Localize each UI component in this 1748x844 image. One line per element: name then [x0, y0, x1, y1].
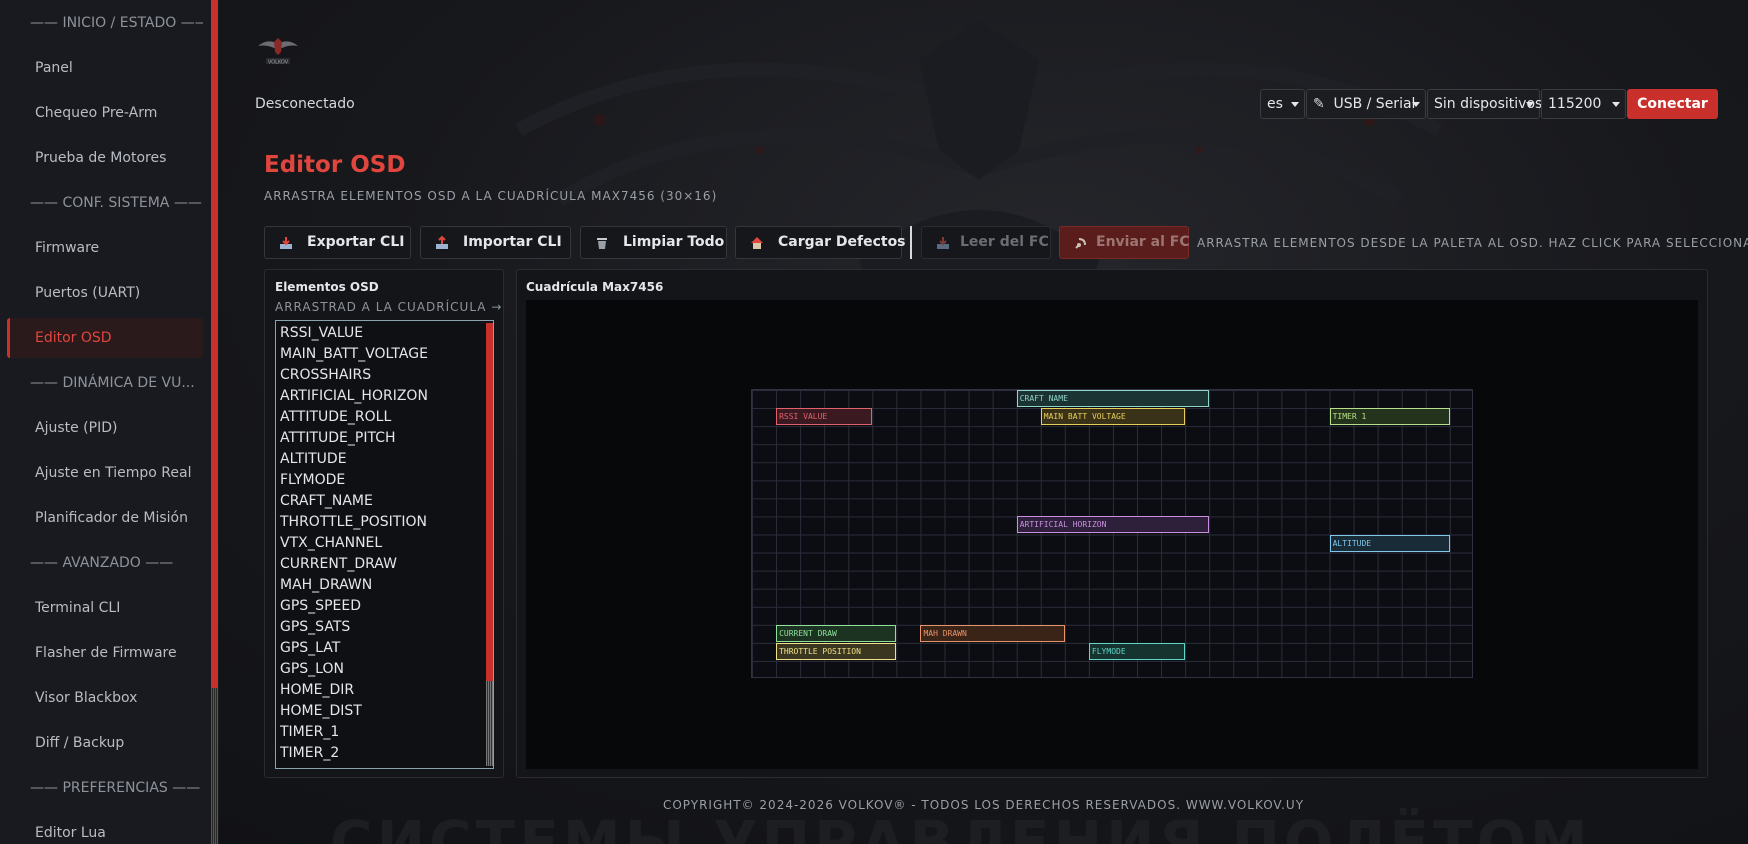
plug-icon: ✎	[1313, 96, 1325, 112]
sidebar-item-firmware[interactable]: Firmware	[7, 228, 203, 268]
connection-status: Desconectado	[255, 96, 355, 112]
clear-all-button[interactable]: Limpiar Todo	[580, 226, 727, 259]
osd-palette-item[interactable]: GPS_SPEED	[280, 596, 361, 617]
chevron-down-icon	[1412, 102, 1420, 107]
toolbar-hint: ARRASTRA ELEMENTOS DESDE LA PALETA AL OS…	[1197, 236, 1748, 250]
osd-palette-item[interactable]: GPS_LAT	[280, 638, 340, 659]
sidebar-scrollbar-thumb[interactable]	[211, 0, 218, 688]
osd-palette-item[interactable]: HOME_DIR	[280, 680, 354, 701]
osd-palette-item[interactable]: RSSI_VALUE	[280, 323, 363, 344]
connect-button[interactable]: Conectar	[1627, 89, 1718, 119]
osd-grid-element[interactable]: THROTTLE POSITION	[776, 642, 897, 660]
sidebar-item-flasher-firmware[interactable]: Flasher de Firmware	[7, 633, 203, 673]
grid-panel-title: Cuadrícula Max7456	[526, 280, 664, 294]
osd-palette-item[interactable]: MAIN_BATT_VOLTAGE	[280, 344, 428, 365]
load-defaults-button[interactable]: Cargar Defectos	[735, 226, 906, 259]
osd-palette-item[interactable]: CURRENT_DRAW	[280, 554, 397, 575]
import-icon	[436, 236, 448, 249]
chevron-down-icon	[1612, 102, 1620, 107]
baud-rate-value: 115200	[1548, 96, 1602, 112]
osd-grid-max7456[interactable]: CRAFT NAME RSSI VALUE MAIN BATT VOLTAGE TIM…	[751, 389, 1473, 678]
osd-palette-item[interactable]: ARTIFICIAL_HORIZON	[280, 386, 428, 407]
palette-scrollbar-thumb[interactable]	[486, 323, 493, 681]
osd-palette-item[interactable]: ATTITUDE_ROLL	[280, 407, 391, 428]
osd-palette-item[interactable]: ALTITUDE	[280, 449, 347, 470]
osd-palette-item[interactable]: TIMER_1	[280, 722, 339, 743]
osd-palette-item[interactable]: GPS_SATS	[280, 617, 350, 638]
trash-icon	[597, 238, 607, 249]
sidebar-scrollbar-track[interactable]	[211, 688, 218, 844]
osd-palette-item[interactable]: HOME_DIST	[280, 701, 362, 722]
satellite-icon	[1075, 238, 1086, 249]
export-cli-button[interactable]: Exportar CLI	[264, 226, 411, 259]
sidebar-item-planificador-mision[interactable]: Planificador de Misión	[7, 498, 203, 538]
connection-type-select[interactable]: ✎ USB / Serial	[1306, 89, 1426, 119]
osd-palette-item[interactable]: FLYMODE	[280, 470, 345, 491]
osd-grid-element[interactable]: MAIN BATT VOLTAGE	[1040, 408, 1186, 426]
language-value: es	[1267, 96, 1283, 112]
page-subtitle: ARRASTRA ELEMENTOS OSD A LA CUADRÍCULA M…	[264, 189, 718, 203]
sidebar-item-editor-lua[interactable]: Editor Lua	[7, 813, 203, 844]
download-icon	[937, 237, 949, 249]
osd-grid-element[interactable]: MAH DRAWN	[920, 624, 1065, 642]
device-select[interactable]: Sin dispositivos	[1427, 89, 1542, 119]
osd-grid-element[interactable]: FLYMODE	[1088, 642, 1186, 660]
osd-palette-item[interactable]: CROSSHAIRS	[280, 365, 371, 386]
sidebar-section-dinamica: —— DINÁMICA DE VU...	[30, 375, 195, 391]
osd-elements-panel: Elementos OSD ARRASTRAD A LA CUADRÍCULA …	[264, 269, 504, 778]
sidebar-item-diff-backup[interactable]: Diff / Backup	[7, 723, 203, 763]
import-cli-button[interactable]: Importar CLI	[420, 226, 571, 259]
osd-grid-element[interactable]: RSSI VALUE	[776, 408, 873, 426]
sidebar-item-ajuste-pid[interactable]: Ajuste (PID)	[7, 408, 203, 448]
sidebar-item-chequeo-pre-arm[interactable]: Chequeo Pre-Arm	[7, 93, 203, 133]
sidebar-section-inicio: —— INICIO / ESTADO ——	[30, 15, 203, 31]
sidebar-item-editor-osd[interactable]: Editor OSD	[7, 318, 203, 358]
osd-palette-item[interactable]: THROTTLE_POSITION	[280, 512, 427, 533]
sidebar-item-prueba-motores[interactable]: Prueba de Motores	[7, 138, 203, 178]
osd-grid-element[interactable]: ARTIFICIAL HORIZON	[1016, 516, 1210, 534]
send-fc-button[interactable]: Enviar al FC	[1059, 226, 1190, 259]
osd-grid-element[interactable]: CURRENT DRAW	[776, 624, 897, 642]
toolbar-divider	[910, 226, 912, 259]
volkov-logo: VOLKOV	[256, 36, 300, 66]
sidebar-item-panel[interactable]: Panel	[7, 48, 203, 88]
osd-palette-item[interactable]: MAH_DRAWN	[280, 575, 372, 596]
osd-palette-item[interactable]: CRAFT_NAME	[280, 491, 373, 512]
osd-palette-item[interactable]: TIMER_2	[280, 743, 339, 764]
chevron-down-icon	[1526, 102, 1534, 107]
osd-grid-element[interactable]: TIMER 1	[1329, 408, 1450, 426]
sidebar-item-terminal-cli[interactable]: Terminal CLI	[7, 588, 203, 628]
sidebar-item-visor-blackbox[interactable]: Visor Blackbox	[7, 678, 203, 718]
osd-palette-item[interactable]: ATTITUDE_PITCH	[280, 428, 396, 449]
osd-elements-list[interactable]: RSSI_VALUE MAIN_BATT_VOLTAGE CROSSHAIRS ART…	[275, 320, 494, 769]
sidebar-section-conf-sistema: —— CONF. SISTEMA ——	[30, 195, 202, 211]
sidebar: —— INICIO / ESTADO —— Panel Chequeo Pre-…	[0, 0, 210, 844]
osd-palette-item[interactable]: GPS_LON	[280, 659, 344, 680]
read-fc-button[interactable]: Leer del FC	[921, 226, 1051, 259]
osd-grid-element[interactable]: ALTITUDE	[1329, 534, 1450, 552]
language-select[interactable]: es	[1260, 89, 1305, 119]
sidebar-item-ajuste-tiempo-real[interactable]: Ajuste en Tiempo Real	[7, 453, 203, 493]
baud-rate-select[interactable]: 115200	[1541, 89, 1626, 119]
osd-palette-item[interactable]: VTX_CHANNEL	[280, 533, 382, 554]
chevron-down-icon	[1291, 102, 1299, 107]
export-icon	[280, 237, 292, 249]
home-icon	[751, 237, 763, 249]
sidebar-item-puertos[interactable]: Puertos (UART)	[7, 273, 203, 313]
osd-grid-element[interactable]: CRAFT NAME	[1016, 390, 1210, 407]
page-title: Editor OSD	[264, 152, 406, 178]
palette-title: Elementos OSD	[275, 280, 379, 294]
palette-hint: ARRASTRAD A LA CUADRÍCULA →	[275, 300, 503, 314]
connection-type-value: USB / Serial	[1333, 96, 1416, 112]
background-watermark-text: СИСТЕМЫ УПРАВЛЕНИЯ ПОЛЁТОМ	[330, 808, 1592, 844]
footer-copyright: COPYRIGHT© 2024-2026 VOLKOV® - TODOS LOS…	[662, 798, 1305, 812]
sidebar-section-avanzado: —— AVANZADO ——	[30, 555, 174, 571]
svg-text:VOLKOV: VOLKOV	[268, 60, 289, 66]
